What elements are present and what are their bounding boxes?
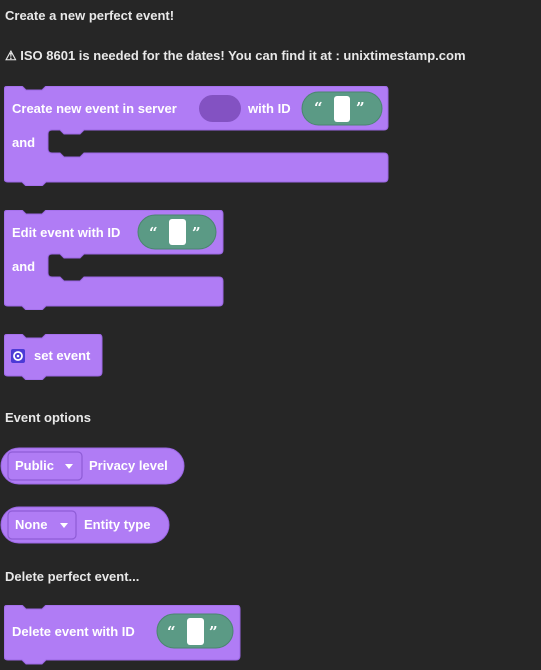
delete-event-label: Delete event with ID (12, 624, 135, 639)
create-event-heading: Create a new perfect event! (5, 8, 175, 23)
create-open-quote: “ (314, 99, 323, 117)
edit-close-quote: ” (192, 224, 201, 242)
iso-warning-text: ⚠ ISO 8601 is needed for the dates! You … (5, 48, 466, 63)
privacy-dropdown-value: Public (15, 458, 55, 473)
chevron-down-icon (65, 464, 73, 469)
edit-open-quote: “ (149, 224, 158, 242)
event-options-heading: Event options (5, 410, 91, 425)
create-close-quote: ” (356, 99, 365, 117)
entity-type-label: Entity type (84, 517, 151, 532)
delete-close-quote: ” (209, 623, 218, 641)
edit-and-label: and (12, 259, 36, 274)
chevron-down-icon (60, 523, 68, 528)
edit-id-text-field[interactable] (169, 219, 186, 245)
entity-dropdown-value: None (15, 517, 48, 532)
edit-event-label: Edit event with ID (12, 225, 121, 240)
delete-open-quote: “ (167, 623, 176, 641)
set-event-label: set event (34, 348, 91, 363)
privacy-level-label: Privacy level (89, 458, 168, 473)
gear-icon[interactable] (11, 349, 25, 363)
create-event-label: Create new event in server (12, 101, 177, 116)
create-id-text-field[interactable] (334, 96, 350, 122)
create-and-label: and (12, 135, 36, 150)
delete-id-text-field[interactable] (187, 618, 204, 645)
server-input-slot[interactable] (199, 95, 241, 122)
create-with-id-label: with ID (248, 101, 291, 116)
delete-event-heading: Delete perfect event... (5, 569, 140, 584)
